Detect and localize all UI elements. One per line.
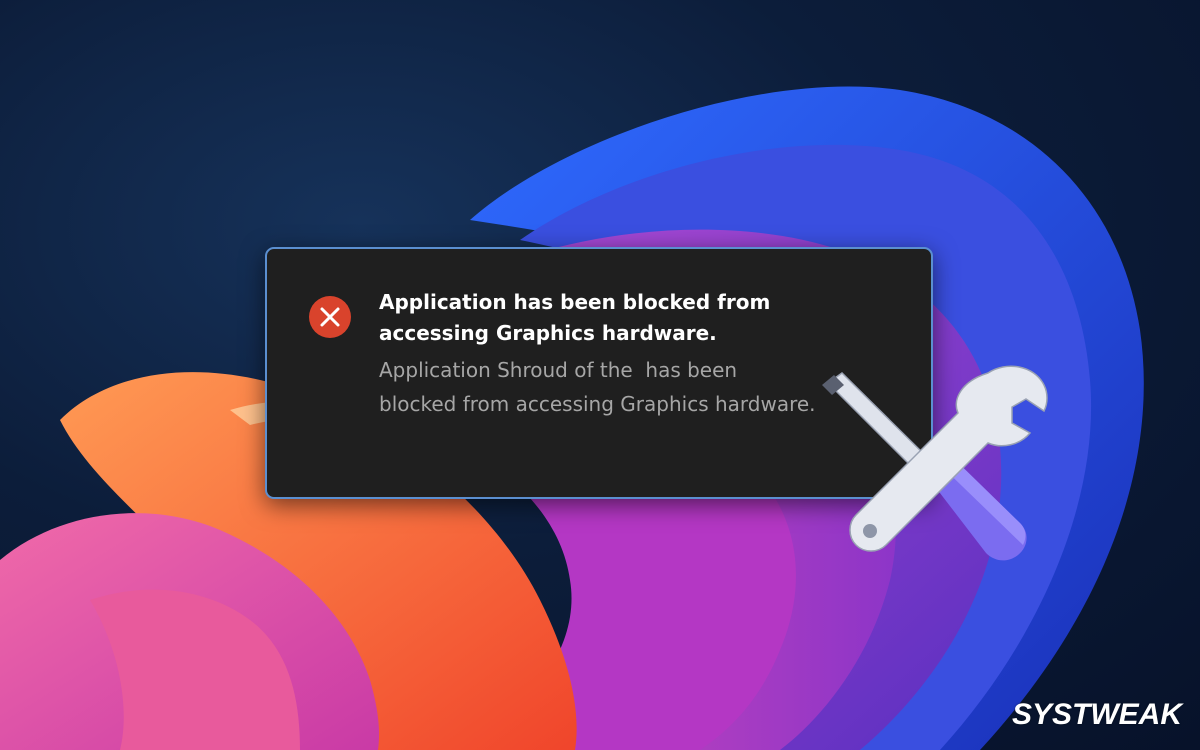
notification-title: Application has been blocked from access… — [379, 290, 771, 345]
systweak-logo: SYSTWEAK — [1012, 698, 1183, 731]
notification-body: Application Shroud of the has been block… — [379, 358, 816, 416]
desktop-screen: Application has been blocked from access… — [0, 0, 1200, 750]
error-circle-icon — [309, 296, 351, 338]
wrench-screwdriver-icon — [822, 365, 1048, 561]
